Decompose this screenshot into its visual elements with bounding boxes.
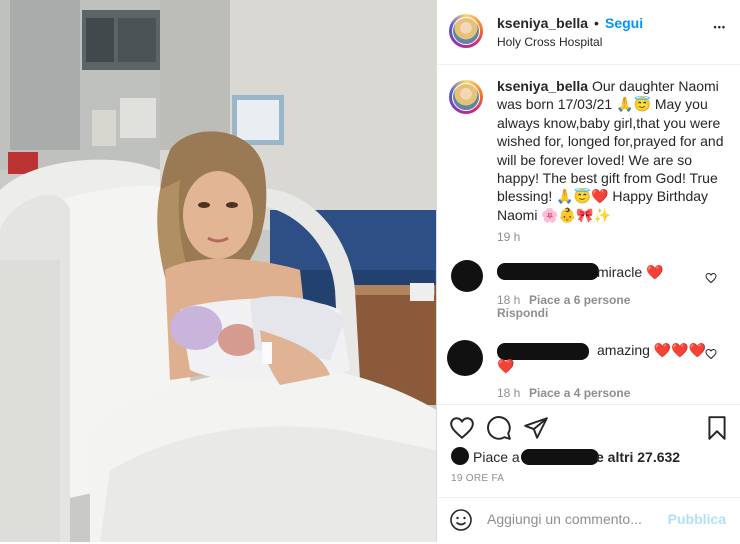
- comment-input[interactable]: [487, 511, 677, 527]
- share-send-icon[interactable]: [523, 415, 549, 441]
- post-image: [0, 0, 436, 542]
- add-comment-bar: Pubblica: [437, 497, 740, 544]
- post-actions: Piace a e altri 27.632 19 ORE FA Pubblic…: [437, 404, 740, 543]
- comment-1-like-heart-icon[interactable]: [705, 272, 717, 284]
- caption-time[interactable]: 19 h: [497, 230, 520, 244]
- follow-button[interactable]: Segui: [605, 15, 643, 31]
- comment-1-text: miracle ❤️: [597, 264, 664, 280]
- post-photo[interactable]: [0, 0, 436, 542]
- comment-1-likes[interactable]: Piace a 6 persone: [529, 293, 630, 307]
- author-username[interactable]: kseniya_bella: [497, 15, 588, 31]
- comment-1-reply-button[interactable]: Rispondi: [497, 306, 548, 320]
- comment-2-likes[interactable]: Piace a 4 persone: [529, 386, 630, 400]
- author-avatar[interactable]: [449, 14, 483, 48]
- emoji-smiley-icon[interactable]: [449, 508, 473, 532]
- post-header: kseniya_bella • Segui Holy Cross Hospita…: [437, 0, 740, 65]
- publish-button[interactable]: Pubblica: [668, 511, 726, 527]
- comment-2-time[interactable]: 18 h: [497, 386, 520, 400]
- header-separator: •: [594, 15, 599, 31]
- liker-username-redacted: [521, 449, 599, 465]
- comment-2-avatar[interactable]: [447, 340, 483, 376]
- like-heart-icon[interactable]: [449, 415, 475, 441]
- comment-1-time[interactable]: 18 h: [497, 293, 520, 307]
- comment-bubble-icon[interactable]: [486, 415, 512, 441]
- post-panel: kseniya_bella • Segui Holy Cross Hospita…: [437, 0, 740, 543]
- post-time[interactable]: 19 ORE FA: [451, 473, 504, 484]
- post-location[interactable]: Holy Cross Hospital: [497, 35, 602, 49]
- likes-count[interactable]: e altri 27.632: [596, 449, 680, 465]
- caption-username[interactable]: kseniya_bella: [497, 78, 588, 94]
- more-options-icon[interactable]: •••: [714, 22, 726, 32]
- caption-avatar[interactable]: [449, 80, 483, 114]
- comment-2-text-continued: ❤️: [497, 358, 515, 374]
- likes-prefix: Piace a: [473, 449, 520, 465]
- comment-1-avatar[interactable]: [451, 260, 483, 292]
- comment-2-like-heart-icon[interactable]: [705, 348, 717, 360]
- liker-avatar[interactable]: [451, 447, 469, 465]
- caption-text: Our daughter Naomi was born 17/03/21 🙏😇 …: [497, 78, 724, 223]
- comment-2-text: amazing ❤️❤️❤️: [597, 342, 707, 358]
- save-bookmark-icon[interactable]: [704, 415, 730, 441]
- comment-1-username-redacted: [497, 263, 599, 280]
- post-caption: kseniya_bella Our daughter Naomi was bor…: [497, 77, 725, 224]
